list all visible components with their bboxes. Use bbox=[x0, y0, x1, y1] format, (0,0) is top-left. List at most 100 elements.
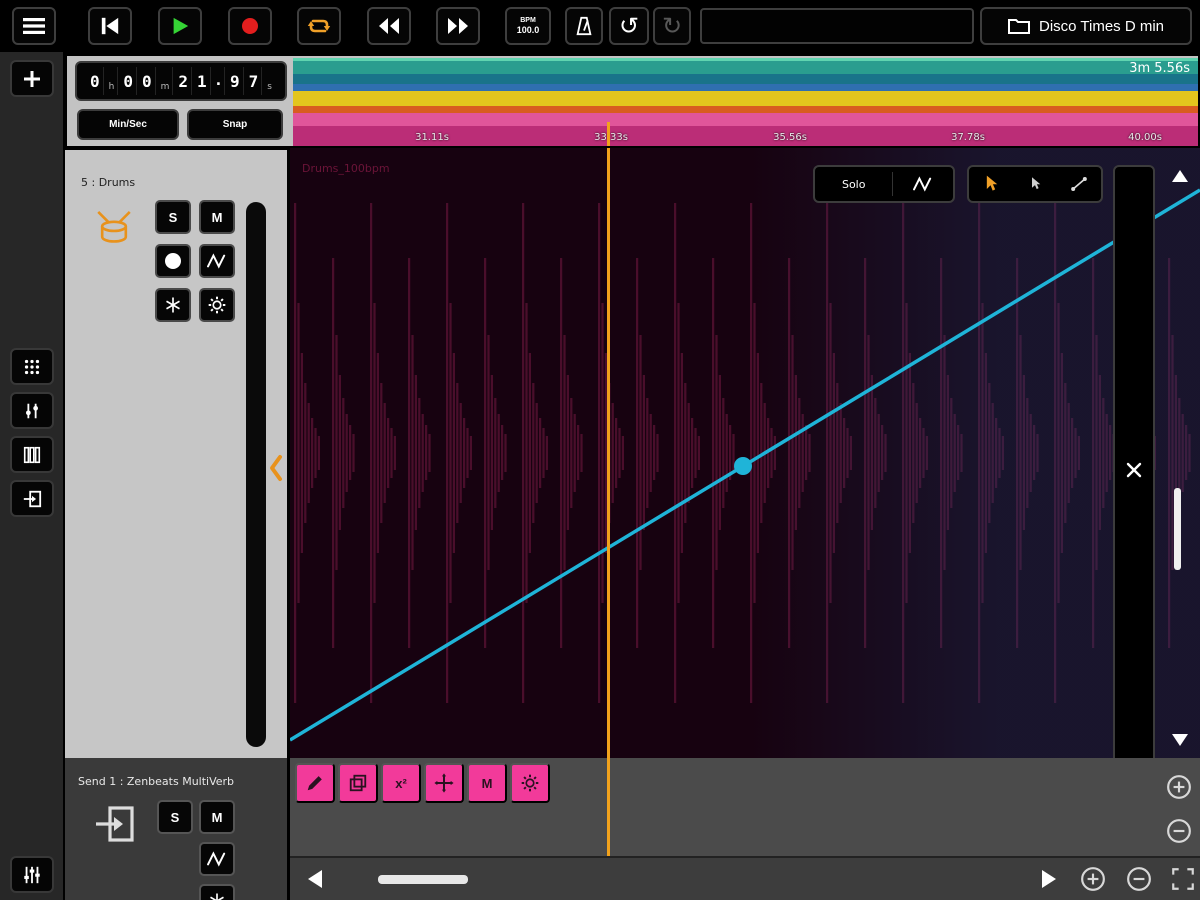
play-icon bbox=[173, 17, 189, 35]
record-button[interactable] bbox=[228, 7, 272, 45]
track-title: 5 : Drums bbox=[81, 176, 136, 189]
track-automation-button[interactable] bbox=[199, 244, 235, 278]
horizontal-scrollbar-thumb[interactable] bbox=[378, 875, 468, 884]
time-minutes-ones: 0 bbox=[139, 67, 156, 95]
send-solo-button[interactable]: S bbox=[157, 800, 193, 834]
fit-zoom-button[interactable] bbox=[1170, 866, 1196, 892]
metronome-button[interactable] bbox=[565, 7, 603, 45]
scroll-right-arrow[interactable] bbox=[1042, 870, 1056, 888]
folder-icon bbox=[1007, 19, 1030, 34]
close-overlay-button[interactable] bbox=[1113, 165, 1155, 758]
zenbeats-app: BPM 100.0 ↺ ↻ Disco Times D min 0 h 0 0 … bbox=[0, 0, 1200, 900]
record-icon bbox=[242, 18, 258, 34]
ruler-tick: 33.33s bbox=[594, 132, 628, 143]
overview-stripe bbox=[293, 91, 1198, 106]
mixer-icon bbox=[23, 446, 41, 463]
add-track-button[interactable] bbox=[10, 60, 54, 97]
send-mute-button[interactable]: M bbox=[199, 800, 235, 834]
scroll-up-arrow[interactable] bbox=[1172, 170, 1188, 182]
lane-settings-button[interactable] bbox=[510, 763, 550, 803]
project-button[interactable]: Disco Times D min bbox=[980, 7, 1192, 45]
send-routing-icon[interactable] bbox=[92, 802, 136, 846]
automation-view-toggle[interactable] bbox=[893, 167, 953, 201]
browser-button[interactable] bbox=[10, 348, 54, 385]
gear-icon bbox=[521, 774, 539, 792]
automation-point[interactable] bbox=[734, 457, 752, 475]
draw-tool-button[interactable] bbox=[295, 763, 335, 803]
track-volume-fader[interactable] bbox=[246, 202, 266, 747]
hamburger-icon bbox=[23, 18, 45, 34]
fast-forward-button[interactable] bbox=[436, 7, 480, 45]
move-tool-button[interactable] bbox=[424, 763, 464, 803]
lane-zoom-in-button[interactable] bbox=[1166, 774, 1192, 800]
ruler-tick: 37.78s bbox=[951, 132, 985, 143]
horizontal-scroll-row bbox=[290, 856, 1200, 900]
time-hundredths-ones: 7 bbox=[246, 67, 263, 95]
loop-button[interactable] bbox=[297, 7, 341, 45]
playhead-line bbox=[607, 758, 610, 856]
scroll-left-arrow[interactable] bbox=[308, 870, 322, 888]
play-button[interactable] bbox=[158, 7, 202, 45]
track-arm-button[interactable] bbox=[155, 244, 191, 278]
automation-wave-icon bbox=[207, 851, 226, 867]
overview-stripe bbox=[293, 74, 1198, 84]
wand-tool-icon bbox=[1032, 177, 1041, 190]
time-mode-button[interactable]: Min/Sec bbox=[77, 109, 179, 140]
send-freeze-button[interactable] bbox=[199, 884, 235, 900]
rewind-button[interactable] bbox=[367, 7, 411, 45]
drum-waveform bbox=[290, 148, 1200, 758]
rewind-icon bbox=[379, 18, 399, 34]
scroll-down-arrow[interactable] bbox=[1172, 734, 1188, 746]
track-solo-button[interactable]: S bbox=[155, 200, 191, 234]
time-seconds-tens: 2 bbox=[175, 67, 193, 95]
clip-mode-group: Solo bbox=[813, 165, 955, 203]
fast-forward-icon bbox=[448, 18, 468, 34]
apps-grid-icon bbox=[24, 359, 40, 374]
lane-zoom-out-button[interactable] bbox=[1166, 818, 1192, 844]
undo-button[interactable]: ↺ bbox=[609, 7, 649, 45]
song-duration: 3m 5.56s bbox=[1129, 61, 1190, 76]
panel-collapse-handle[interactable] bbox=[265, 452, 287, 484]
track-mute-button[interactable]: M bbox=[199, 200, 235, 234]
transport-display bbox=[700, 8, 974, 44]
menu-button[interactable] bbox=[12, 7, 56, 45]
wand-tool[interactable] bbox=[1013, 167, 1057, 201]
time-hours: 0 bbox=[87, 67, 104, 95]
mixer-button[interactable] bbox=[10, 436, 54, 473]
ruler-panel: 0 h 0 0 m 2 1 . 9 7 s Min/Sec Snap 3m 5.… bbox=[65, 54, 1200, 148]
timeline-zoom-out-button[interactable] bbox=[1126, 866, 1152, 892]
skip-to-start-button[interactable] bbox=[88, 7, 132, 45]
chevron-left-icon bbox=[270, 455, 282, 481]
snap-button[interactable]: Snap bbox=[187, 109, 283, 140]
instruments-button[interactable] bbox=[10, 392, 54, 429]
timeline-zoom-in-button[interactable] bbox=[1080, 866, 1106, 892]
automation-wave-icon bbox=[913, 176, 932, 192]
square-tool-button[interactable]: x² bbox=[381, 763, 421, 803]
solo-label: Solo bbox=[841, 177, 866, 191]
track-freeze-button[interactable] bbox=[155, 288, 191, 322]
duplicate-tool-button[interactable] bbox=[338, 763, 378, 803]
close-icon bbox=[1126, 462, 1142, 478]
sends-faders-button[interactable] bbox=[10, 856, 54, 893]
automation-wave-icon bbox=[207, 253, 226, 269]
faders-icon bbox=[24, 866, 40, 883]
playhead-marker[interactable] bbox=[607, 122, 610, 146]
time-hundredths-tens: 9 bbox=[227, 67, 244, 95]
vertical-scrollbar-thumb[interactable] bbox=[1174, 488, 1181, 570]
pointer-tool[interactable] bbox=[969, 167, 1013, 201]
timeline-overview[interactable]: 3m 5.56s 31.11s 33.33s 35.56s 37.78s 40.… bbox=[293, 58, 1198, 146]
arrangement-clip-area[interactable]: Drums_100bpm Solo bbox=[290, 148, 1200, 758]
solo-toggle[interactable]: Solo bbox=[815, 167, 892, 201]
edit-tools-group bbox=[967, 165, 1103, 203]
time-minutes-tens: 0 bbox=[120, 67, 137, 95]
mute-tool-button[interactable]: M bbox=[467, 763, 507, 803]
export-button[interactable] bbox=[10, 480, 54, 517]
pencil-icon bbox=[307, 776, 322, 791]
line-tool[interactable] bbox=[1057, 167, 1101, 201]
track-settings-button[interactable] bbox=[199, 288, 235, 322]
bpm-value: 100.0 bbox=[516, 25, 540, 35]
bpm-button[interactable]: BPM 100.0 bbox=[505, 7, 551, 45]
send-automation-button[interactable] bbox=[199, 842, 235, 876]
overview-stripe bbox=[293, 84, 1198, 91]
redo-button[interactable]: ↻ bbox=[653, 7, 691, 45]
